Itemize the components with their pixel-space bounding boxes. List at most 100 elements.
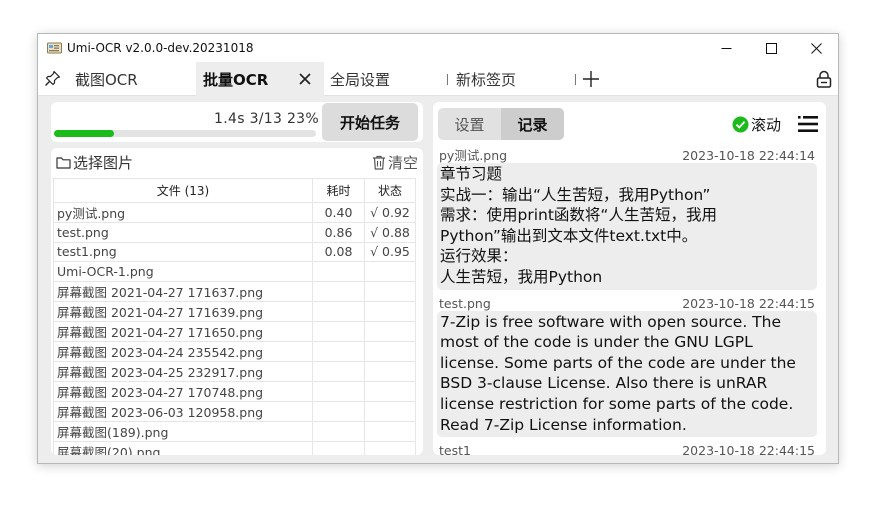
status-cell (364, 420, 416, 442)
record-line: BSD 3-clause License. Also there is unRA… (440, 374, 768, 393)
close-button[interactable] (793, 34, 838, 62)
column-header-time[interactable]: 耗时 (312, 178, 365, 203)
status-cell (364, 440, 416, 455)
time-cell: 0.40 (312, 202, 365, 223)
tab-settings[interactable]: 设置 (438, 108, 501, 140)
file-name-cell: 屏幕截图(20).png (53, 440, 313, 455)
record-panel: 设置 记录 滚动 py测试.png 2023-10-18 22:44:14 章节… (433, 102, 826, 455)
menu-icon[interactable] (797, 113, 819, 135)
lock-icon[interactable] (816, 70, 832, 88)
tab-records[interactable]: 记录 (501, 108, 564, 140)
record-text[interactable]: 章节习题 实战一：输出“人生苦短，我用Python” 需求：使用print函数将… (437, 163, 817, 290)
record-line: 运行效果： (440, 247, 518, 266)
start-task-button[interactable]: 开始任务 (322, 103, 418, 141)
table-row[interactable]: 屏幕截图 2021-04-27 171650.png (53, 320, 416, 342)
record-list[interactable]: py测试.png 2023-10-18 22:44:14 章节习题 实战一：输出… (437, 148, 817, 455)
add-tab-icon[interactable] (582, 70, 600, 88)
record-line: 人生苦短，我用Python (440, 267, 603, 286)
status-cell (364, 380, 416, 402)
maximize-icon (765, 42, 777, 54)
maximize-button[interactable] (748, 34, 794, 62)
tab-close-icon[interactable] (297, 71, 313, 87)
file-list-header: 选择图片 清空 (51, 148, 423, 176)
time-cell: 0.08 (312, 241, 365, 262)
status-cell (364, 320, 416, 342)
check-circle-icon (732, 116, 749, 133)
time-cell (312, 420, 365, 442)
elapsed-time: 1.4s (214, 111, 245, 127)
tab-label: 新标签页 (456, 70, 517, 89)
table-row[interactable]: 屏幕截图(189).png (53, 420, 416, 442)
record-header: test1 2023-10-18 22:44:15 (437, 443, 817, 455)
table-row[interactable]: test.png 0.86 √ 0.88 (53, 222, 416, 243)
table-row[interactable]: py测试.png 0.40 √ 0.92 (53, 202, 416, 223)
file-name-cell: 屏幕截图 2023-04-25 232917.png (53, 360, 313, 382)
clear-button[interactable]: 清空 (372, 152, 418, 173)
file-name-cell: test.png (53, 222, 313, 243)
file-name-cell: 屏幕截图 2021-04-27 171639.png (53, 300, 313, 322)
record-text[interactable]: 7-Zip is free software with open source.… (437, 310, 817, 438)
auto-scroll-checkbox[interactable]: 滚动 (732, 114, 781, 135)
select-images-label: 选择图片 (73, 154, 134, 172)
table-row[interactable]: 屏幕截图(20).png (53, 440, 416, 455)
trash-icon (372, 155, 385, 170)
file-name-cell: test1.png (53, 241, 313, 262)
file-table: 文件 (13) 耗时 状态 py测试.png 0.40 √ 0.92 test.pn… (53, 178, 416, 455)
record-header: test.png 2023-10-18 22:44:15 (437, 296, 817, 311)
clear-label: 清空 (387, 154, 418, 172)
file-name-cell: 屏幕截图(189).png (53, 420, 313, 442)
minimize-button[interactable] (703, 34, 749, 62)
pin-icon[interactable] (44, 70, 61, 87)
time-cell (312, 380, 365, 402)
minimize-icon (721, 47, 731, 49)
file-list-panel: 选择图片 清空 文件 (13) 耗时 状态 py测试.png 0.40 √ 0.… (51, 148, 423, 455)
file-name-cell: 屏幕截图 2023-06-03 120958.png (53, 400, 313, 422)
table-row[interactable]: 屏幕截图 2023-04-27 170748.png (53, 380, 416, 402)
task-bar: 1.4s 3/13 23% 开始任务 (51, 102, 423, 142)
column-header-status[interactable]: 状态 (364, 178, 416, 203)
tab-bar: 截图OCR 批量OCR 全局设置 新标签页 (38, 62, 838, 96)
tab-screenshot-ocr[interactable]: 截图OCR (75, 62, 195, 96)
status-cell (364, 400, 416, 422)
record-item: test.png 2023-10-18 22:44:15 7-Zip is fr… (437, 296, 817, 438)
status-cell: √ 0.92 (364, 202, 416, 223)
record-timestamp: 2023-10-18 22:44:15 (682, 295, 815, 311)
table-row[interactable]: test1.png 0.08 √ 0.95 (53, 241, 416, 262)
file-name-cell: 屏幕截图 2023-04-27 170748.png (53, 380, 313, 402)
time-cell (312, 440, 365, 455)
app-logo-icon (47, 42, 62, 54)
table-row[interactable]: 屏幕截图 2023-06-03 120958.png (53, 400, 416, 422)
column-header-file[interactable]: 文件 (13) (53, 178, 313, 203)
tab-separator (575, 74, 576, 85)
record-file-name: test1 (439, 443, 471, 455)
folder-icon (56, 157, 71, 169)
table-row[interactable]: 屏幕截图 2021-04-27 171637.png (53, 280, 416, 302)
table-row[interactable]: 屏幕截图 2023-04-25 232917.png (53, 360, 416, 382)
record-line: Read 7-Zip License information. (440, 415, 687, 434)
record-header: py测试.png 2023-10-18 22:44:14 (437, 148, 817, 163)
table-row[interactable]: 屏幕截图 2021-04-27 171639.png (53, 300, 416, 322)
time-cell (312, 400, 365, 422)
time-cell (312, 320, 365, 342)
record-file-name: py测试.png (439, 148, 508, 163)
title-bar[interactable]: Umi-OCR v2.0.0-dev.20231018 (38, 34, 838, 62)
status-cell (364, 261, 416, 282)
tab-label: 批量OCR (203, 70, 269, 89)
record-timestamp: 2023-10-18 22:44:14 (682, 148, 815, 163)
close-icon (810, 42, 822, 54)
table-row[interactable]: Umi-OCR-1.png (53, 261, 416, 282)
time-cell (312, 280, 365, 302)
record-line: 实战一：输出“人生苦短，我用Python” (440, 185, 711, 204)
time-cell (312, 340, 365, 362)
task-status: 1.4s 3/13 23% (214, 111, 319, 127)
record-timestamp: 2023-10-18 22:44:15 (682, 443, 815, 455)
select-images-button[interactable]: 选择图片 (56, 152, 133, 173)
status-cell: √ 0.95 (364, 241, 416, 262)
tab-global-settings[interactable]: 全局设置 (330, 62, 440, 96)
time-cell: 0.86 (312, 222, 365, 243)
table-row[interactable]: 屏幕截图 2023-04-24 235542.png (53, 340, 416, 362)
time-cell (312, 261, 365, 282)
status-cell (364, 340, 416, 362)
tab-new-tab[interactable]: 新标签页 (456, 62, 566, 96)
file-name-cell: py测试.png (53, 202, 313, 223)
